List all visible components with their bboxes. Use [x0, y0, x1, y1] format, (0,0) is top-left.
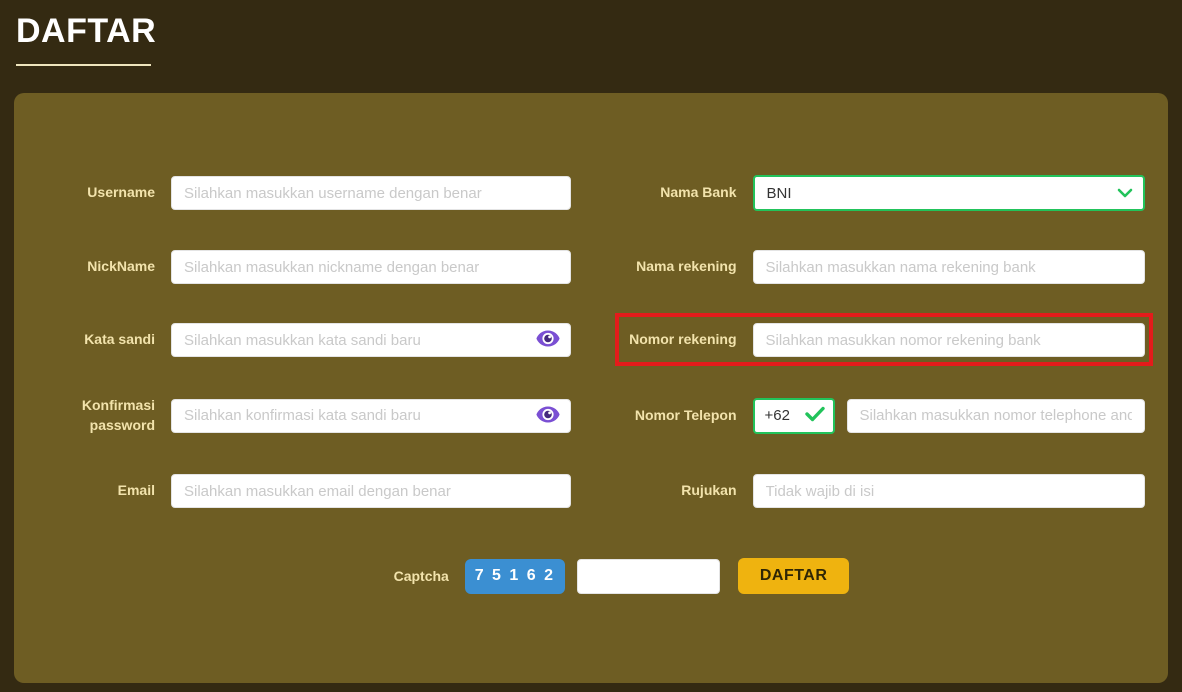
account-number-label: Nomor rekening — [629, 331, 737, 348]
form-row-account-number: Nomor rekening — [589, 313, 1153, 366]
chevron-down-icon — [1117, 188, 1133, 198]
form-grid: Username Nama Bank BNI NickN — [14, 175, 1153, 509]
form-row-nickname: NickName — [14, 250, 571, 284]
registration-form-panel: Username Nama Bank BNI NickN — [14, 93, 1168, 683]
form-row-bank-name: Nama Bank BNI — [589, 175, 1145, 211]
eye-icon — [535, 330, 560, 350]
password-label: Kata sandi — [84, 331, 155, 348]
eye-icon — [535, 406, 560, 426]
form-row-referral: Rujukan — [589, 474, 1145, 509]
phone-label: Nomor Telepon — [634, 406, 737, 423]
nickname-input[interactable] — [171, 250, 571, 284]
title-underline — [16, 64, 151, 66]
username-input[interactable] — [171, 176, 571, 210]
confirm-password-label: Konfirmasi password — [81, 397, 155, 433]
check-icon — [804, 406, 825, 426]
password-visibility-toggle[interactable] — [535, 330, 561, 350]
form-row-username: Username — [14, 175, 571, 211]
account-name-input[interactable] — [752, 250, 1145, 284]
phone-country-code: +62 — [764, 407, 790, 425]
username-label: Username — [87, 184, 155, 201]
form-row-account-name: Nama rekening — [589, 250, 1145, 284]
daftar-submit-button[interactable]: DAFTAR — [737, 558, 850, 595]
referral-label: Rujukan — [681, 482, 737, 499]
bank-name-label: Nama Bank — [660, 184, 737, 201]
confirm-password-input[interactable] — [171, 398, 571, 433]
phone-input[interactable] — [846, 398, 1145, 433]
account-number-input[interactable] — [752, 323, 1145, 357]
email-label: Email — [117, 482, 155, 499]
page-header: DAFTAR — [0, 0, 1182, 66]
captcha-code-display: 7 5 1 6 2 — [464, 558, 565, 594]
bank-name-select[interactable]: BNI — [752, 175, 1145, 211]
password-input[interactable] — [171, 323, 571, 357]
form-row-confirm-password: Konfirmasi password — [14, 396, 571, 435]
nickname-label: NickName — [87, 258, 155, 275]
referral-input[interactable] — [752, 474, 1145, 509]
captcha-input[interactable] — [576, 558, 720, 594]
captcha-row: Captcha 7 5 1 6 2 DAFTAR — [56, 558, 1182, 595]
page-title: DAFTAR — [16, 12, 157, 50]
account-name-label: Nama rekening — [636, 258, 737, 275]
confirm-password-visibility-toggle[interactable] — [535, 406, 561, 426]
email-input[interactable] — [171, 474, 571, 509]
form-row-phone: Nomor Telepon +62 — [589, 396, 1145, 435]
captcha-label: Captcha — [393, 568, 449, 585]
form-row-email: Email — [14, 474, 571, 509]
form-row-password: Kata sandi — [14, 323, 571, 357]
phone-country-code-box[interactable]: +62 — [752, 397, 835, 434]
bank-name-value: BNI — [766, 184, 792, 202]
